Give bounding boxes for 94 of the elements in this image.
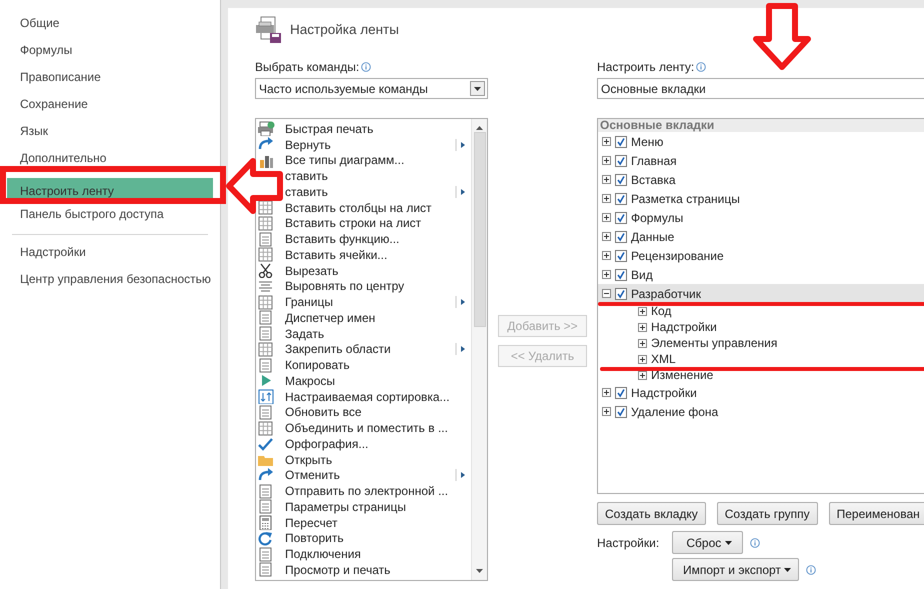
commands-dropdown[interactable]: Часто используемые команды xyxy=(255,78,488,99)
checkbox[interactable] xyxy=(615,154,627,166)
checkbox[interactable] xyxy=(615,268,627,280)
command-item[interactable]: Вставить строки на лист xyxy=(285,214,471,232)
info-icon xyxy=(806,564,816,574)
command-item[interactable]: Орфография... xyxy=(285,434,471,453)
checkbox[interactable] xyxy=(615,192,627,204)
tree-item[interactable]: Вставка xyxy=(631,170,676,188)
action-button[interactable]: Создать группу xyxy=(716,502,818,525)
scroll-down-icon xyxy=(476,569,483,573)
command-item[interactable]: Копировать xyxy=(285,356,471,374)
command-item[interactable]: Подключения xyxy=(285,545,471,564)
command-item[interactable]: Все типы диаграмм... xyxy=(285,151,471,170)
command-item[interactable]: Быстрая печать xyxy=(285,120,471,138)
tree-item[interactable]: Разметка страницы xyxy=(631,190,740,208)
command-item[interactable]: Вернуть xyxy=(285,136,455,154)
checkbox[interactable] xyxy=(615,288,627,300)
command-item[interactable]: Выровнять по центру xyxy=(285,277,471,296)
sidebar-item[interactable]: Правописание xyxy=(0,68,220,95)
command-item[interactable]: ставить xyxy=(285,167,471,186)
field-label: Выбрать команды: xyxy=(255,59,360,75)
command-item[interactable]: Параметры страницы xyxy=(285,498,471,516)
command-item[interactable]: Просмотр и печать xyxy=(285,560,471,579)
tree-item[interactable]: Меню xyxy=(631,132,664,150)
field-label: Настроить ленту: xyxy=(597,59,694,75)
checkbox[interactable] xyxy=(615,386,627,398)
circular-arrow-icon xyxy=(257,530,275,546)
info-icon xyxy=(750,538,760,548)
checkbox[interactable] xyxy=(615,406,627,418)
sidebar-item[interactable]: Панель быстрого доступа xyxy=(0,205,220,232)
sidebar-item[interactable]: Дополнительно xyxy=(0,149,220,176)
command-item[interactable]: Объединить и поместить в ... xyxy=(285,419,471,438)
checkbox[interactable] xyxy=(615,230,627,242)
caret-icon xyxy=(784,568,792,572)
action-button[interactable]: Создать вкладку xyxy=(597,502,706,525)
tree-item[interactable]: Данные xyxy=(631,228,674,246)
dropdown-button[interactable]: Импорт и экспорт xyxy=(672,558,800,581)
command-item[interactable]: Закрепить области xyxy=(285,340,455,358)
info-icon xyxy=(696,62,706,72)
tree-item[interactable]: Вид xyxy=(631,266,653,284)
command-item[interactable]: Пересчет xyxy=(285,514,471,532)
command-item[interactable]: Макросы xyxy=(285,372,471,390)
ribbon-dropdown[interactable]: Основные вкладки xyxy=(597,78,924,99)
checkbox[interactable] xyxy=(615,136,627,148)
tree-item[interactable]: XML xyxy=(651,350,676,368)
checkbox[interactable] xyxy=(615,212,627,224)
caret-icon xyxy=(474,86,481,90)
command-item[interactable]: Вставить ячейки... xyxy=(285,246,471,264)
tree-item[interactable]: Изменение xyxy=(651,366,714,384)
tree-item[interactable]: Удаление фона xyxy=(631,402,718,420)
tree-item[interactable]: Главная xyxy=(631,152,677,170)
checkbox[interactable] xyxy=(615,250,627,262)
tree-header: Основные вкладки xyxy=(598,119,924,132)
checkbox[interactable] xyxy=(615,174,627,186)
tree-item[interactable]: Код xyxy=(651,302,672,320)
command-item[interactable]: Вставить функцию... xyxy=(285,230,471,248)
tree-item[interactable]: Элементы управления xyxy=(651,334,778,352)
sidebar-item[interactable]: Надстройки xyxy=(0,243,220,270)
command-item[interactable]: Настраиваемая сортировка... xyxy=(285,388,471,406)
command-item[interactable]: Повторить xyxy=(285,529,471,548)
sidebar-item[interactable]: Общие xyxy=(0,14,220,41)
command-item[interactable]: Отменить xyxy=(285,466,455,484)
ribbon-tree[interactable]: Основные вкладки Меню Главная Вставка Разметка страницы Формулы Данные Рецензирование Вид Разработчик Код Надстройки Элементы управления XML Изменение Надстройки Удаление фона xyxy=(597,118,924,494)
lines-icon xyxy=(257,278,275,294)
dropdown-button[interactable]: Сброс xyxy=(672,531,743,554)
command-item[interactable]: ставить xyxy=(285,182,455,201)
tree-item[interactable]: Разработчик xyxy=(631,284,701,302)
command-item[interactable]: Границы xyxy=(285,293,455,312)
ribbon-settings-icon xyxy=(255,16,283,44)
command-item[interactable]: Отправить по электронной ... xyxy=(285,482,471,500)
command-item[interactable]: Задать xyxy=(285,324,471,343)
check-mark-icon xyxy=(257,436,275,452)
sidebar-item[interactable]: Центр управления безопасностью xyxy=(0,270,220,297)
sidebar-item[interactable]: Сохранение xyxy=(0,95,220,122)
command-item[interactable]: Открыть xyxy=(285,450,471,469)
action-button[interactable]: Переименован xyxy=(828,502,924,525)
tree-item[interactable]: Формулы xyxy=(631,208,684,226)
settings-label: Настройки: xyxy=(597,534,660,552)
command-item[interactable]: Диспетчер имен xyxy=(285,308,471,327)
command-item[interactable]: Обновить все xyxy=(285,403,471,422)
sidebar-item[interactable]: Формулы xyxy=(0,41,220,68)
scroll-up-icon xyxy=(476,126,483,130)
caret-icon xyxy=(724,541,732,546)
section-title: Настройка ленты xyxy=(290,20,399,39)
scissors-icon xyxy=(257,263,275,278)
curved-arrow-icon xyxy=(257,468,275,483)
command-item[interactable]: Вставить столбцы на лист xyxy=(285,198,471,217)
tree-item[interactable]: Надстройки xyxy=(631,384,697,402)
tree-item[interactable]: Надстройки xyxy=(651,318,717,336)
tree-item[interactable]: Рецензирование xyxy=(631,246,724,264)
scrollbar[interactable] xyxy=(471,119,487,580)
info-icon xyxy=(361,62,372,72)
sidebar-item[interactable]: Язык xyxy=(0,122,220,149)
command-item[interactable]: Вырезать xyxy=(285,262,471,280)
